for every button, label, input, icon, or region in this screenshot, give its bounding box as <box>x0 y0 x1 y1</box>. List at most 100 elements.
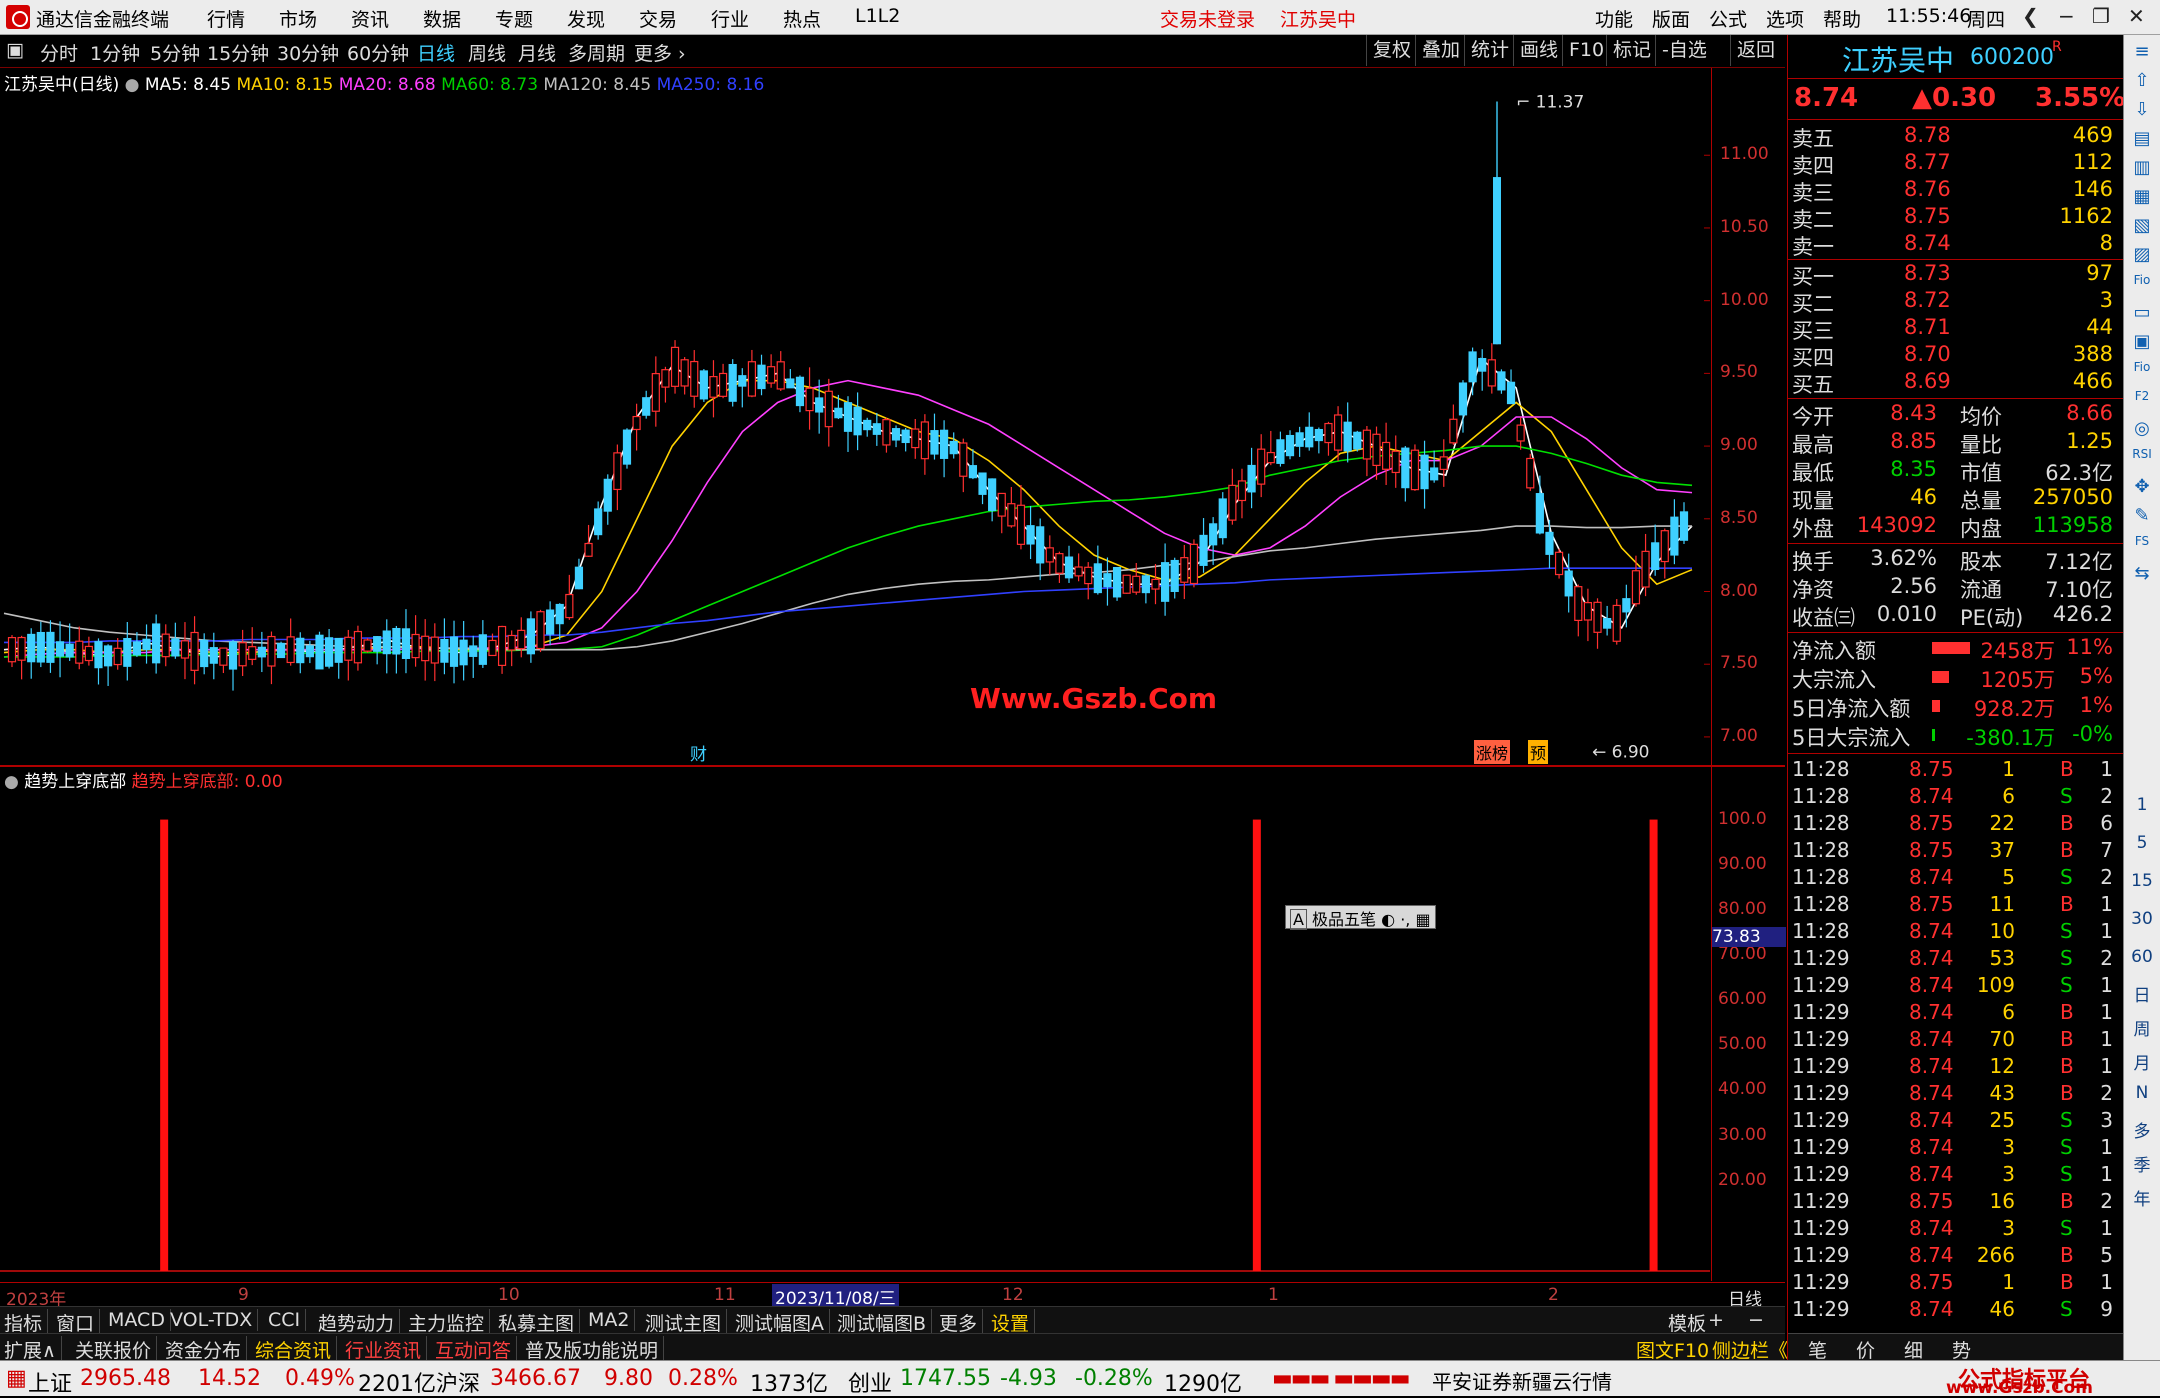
menu-item-shichang[interactable]: 市场 <box>279 5 317 32</box>
menu-item-gongshi[interactable]: 公式 <box>1709 5 1747 32</box>
period-quick-5[interactable]: 日 <box>2128 981 2156 1006</box>
period-60min[interactable]: 60分钟 <box>347 39 409 66</box>
minimize-icon[interactable]: − <box>2058 4 2075 28</box>
period-multi[interactable]: 多周期 <box>568 39 625 66</box>
tab-indicator-11[interactable]: 测试幅图B <box>837 1309 933 1336</box>
period-more[interactable]: 更多 › <box>634 39 686 66</box>
menu-item-zixun[interactable]: 资讯 <box>351 5 389 32</box>
quote-tab-xi[interactable]: 细 <box>1904 1336 1923 1363</box>
bar-icon[interactable]: ▧ <box>2128 215 2156 236</box>
menu-item-bangzhu[interactable]: 帮助 <box>1823 5 1861 32</box>
tab-indicator-7[interactable]: 私募主图 <box>498 1309 581 1336</box>
box-icon[interactable]: ▣ <box>2128 331 2156 352</box>
toolbar-menu-icon[interactable]: ▣ <box>6 39 24 61</box>
marker-zhangbang[interactable]: 涨榜 <box>1474 740 1511 764</box>
up-icon[interactable]: ⇧ <box>2128 70 2156 91</box>
quote-tab-jia[interactable]: 价 <box>1856 1336 1875 1363</box>
tab-right-1[interactable]: + <box>1708 1309 1724 1331</box>
menu-item-faxian[interactable]: 发现 <box>567 5 605 32</box>
chart-icon[interactable]: ▥ <box>2128 157 2156 178</box>
tab-info-2[interactable]: 资金分布 <box>165 1336 248 1363</box>
tab-right-2[interactable]: − <box>1748 1309 1764 1331</box>
period-quick-8[interactable]: N <box>2128 1083 2156 1103</box>
move-icon[interactable]: ✥ <box>2128 476 2156 497</box>
fio-icon[interactable]: Fio <box>2128 273 2156 287</box>
menu-icon[interactable]: ≡ <box>2128 41 2156 62</box>
period-weekly[interactable]: 周线 <box>468 39 506 66</box>
tab-info-3[interactable]: 综合资讯 <box>255 1336 338 1363</box>
tab-indicator-2[interactable]: MACD <box>108 1309 171 1331</box>
btn-diejia[interactable]: 叠加 <box>1415 35 1466 66</box>
menu-item-hangye[interactable]: 行业 <box>711 5 749 32</box>
menu-item-zhuanti[interactable]: 专题 <box>495 5 533 32</box>
panel-icon[interactable]: ▭ <box>2128 302 2156 323</box>
menu-item-jiaoyi[interactable]: 交易 <box>639 5 677 32</box>
menu-item-gongneng[interactable]: 功能 <box>1595 5 1633 32</box>
tab-indicator-1[interactable]: 窗口 <box>56 1309 101 1336</box>
tab-indicator-13[interactable]: 设置 <box>991 1309 1036 1336</box>
tab-info-4[interactable]: 行业资讯 <box>345 1336 428 1363</box>
close-icon[interactable]: ✕ <box>2128 4 2145 28</box>
fs-icon[interactable]: FS <box>2128 534 2156 548</box>
kline-chart[interactable]: ⌐ 11.37 ← 6.90 <box>0 68 1710 766</box>
btn-f10[interactable]: F10 <box>1562 35 1610 66</box>
restore-icon[interactable]: ❐ <box>2092 4 2110 28</box>
quote-tab-shi[interactable]: 势 <box>1952 1336 1971 1363</box>
down-icon[interactable]: ⇩ <box>2128 99 2156 120</box>
btn-fuquan[interactable]: 复权 <box>1366 35 1417 66</box>
hs-name[interactable]: 沪深 <box>436 1366 480 1398</box>
table-icon[interactable]: ▦ <box>2128 186 2156 207</box>
cy-name[interactable]: 创业 <box>848 1366 892 1398</box>
period-30min[interactable]: 30分钟 <box>277 39 339 66</box>
period-quick-4[interactable]: 60 <box>2128 947 2156 967</box>
ime-toolbar[interactable]: A 极品五笔 ◐ ·, ▦ <box>1285 905 1436 930</box>
login-status[interactable]: 交易未登录 <box>1160 5 1255 32</box>
menu-item-xuanxiang[interactable]: 选项 <box>1766 5 1804 32</box>
tab-indicator-9[interactable]: 测试主图 <box>645 1309 728 1336</box>
period-1min[interactable]: 1分钟 <box>90 39 140 66</box>
sh-name[interactable]: 上证 <box>28 1366 72 1398</box>
target-icon[interactable]: ◎ <box>2128 418 2156 439</box>
period-15min[interactable]: 15分钟 <box>207 39 269 66</box>
tab-info-6[interactable]: 普及版功能说明 <box>525 1336 665 1363</box>
tab-f10-text[interactable]: 图文F10 <box>1636 1336 1709 1363</box>
tab-indicator-4[interactable]: CCI <box>268 1309 307 1331</box>
swap-icon[interactable]: ⇆ <box>2128 563 2156 584</box>
period-daily[interactable]: 日线 <box>417 39 455 66</box>
list-icon[interactable]: ▨ <box>2128 244 2156 265</box>
f10-icon[interactable]: Fio <box>2128 360 2156 374</box>
indicator-chart[interactable] <box>0 767 1710 1281</box>
tab-indicator-5[interactable]: 趋势动力 <box>318 1309 401 1336</box>
period-quick-0[interactable]: 1 <box>2128 795 2156 815</box>
menu-item-shuju[interactable]: 数据 <box>423 5 461 32</box>
btn-huaxian[interactable]: 画线 <box>1513 35 1564 66</box>
period-quick-2[interactable]: 15 <box>2128 871 2156 891</box>
period-quick-10[interactable]: 季 <box>2128 1151 2156 1176</box>
f2-icon[interactable]: F2 <box>2128 389 2156 403</box>
menu-item-l1l2[interactable]: L1L2 <box>855 5 900 27</box>
menu-item-redian[interactable]: 热点 <box>783 5 821 32</box>
btn-tongji[interactable]: 统计 <box>1464 35 1515 66</box>
btn-fanhui[interactable]: 返回 <box>1730 35 1781 66</box>
period-quick-9[interactable]: 多 <box>2128 1117 2156 1142</box>
period-monthly[interactable]: 月线 <box>518 39 556 66</box>
tab-right-0[interactable]: 模板 <box>1668 1309 1706 1336</box>
period-fenshi[interactable]: 分时 <box>40 39 78 66</box>
menu-item-banmian[interactable]: 版面 <box>1652 5 1690 32</box>
tab-indicator-6[interactable]: 主力监控 <box>408 1309 491 1336</box>
tab-indicator-12[interactable]: 更多 <box>939 1309 984 1336</box>
tab-indicator-3[interactable]: VOL-TDX <box>170 1309 259 1331</box>
tab-indicator-0[interactable]: 指标 <box>4 1309 49 1336</box>
grid-icon[interactable]: ▤ <box>2128 128 2156 149</box>
period-5min[interactable]: 5分钟 <box>150 39 200 66</box>
period-quick-11[interactable]: 年 <box>2128 1185 2156 1210</box>
tab-sidebar-toggle[interactable]: 侧边栏《 <box>1712 1336 1788 1363</box>
rsi-icon[interactable]: RSI <box>2128 447 2156 461</box>
tab-info-0[interactable]: 扩展∧ <box>4 1336 62 1363</box>
period-quick-1[interactable]: 5 <box>2128 833 2156 853</box>
pen-icon[interactable]: ✎ <box>2128 505 2156 526</box>
btn-biaoji[interactable]: 标记 <box>1606 35 1657 66</box>
period-quick-6[interactable]: 周 <box>2128 1015 2156 1040</box>
back-arrow-icon[interactable]: ❮ <box>2022 4 2039 28</box>
btn-zixuan[interactable]: -自选 <box>1655 35 1713 66</box>
